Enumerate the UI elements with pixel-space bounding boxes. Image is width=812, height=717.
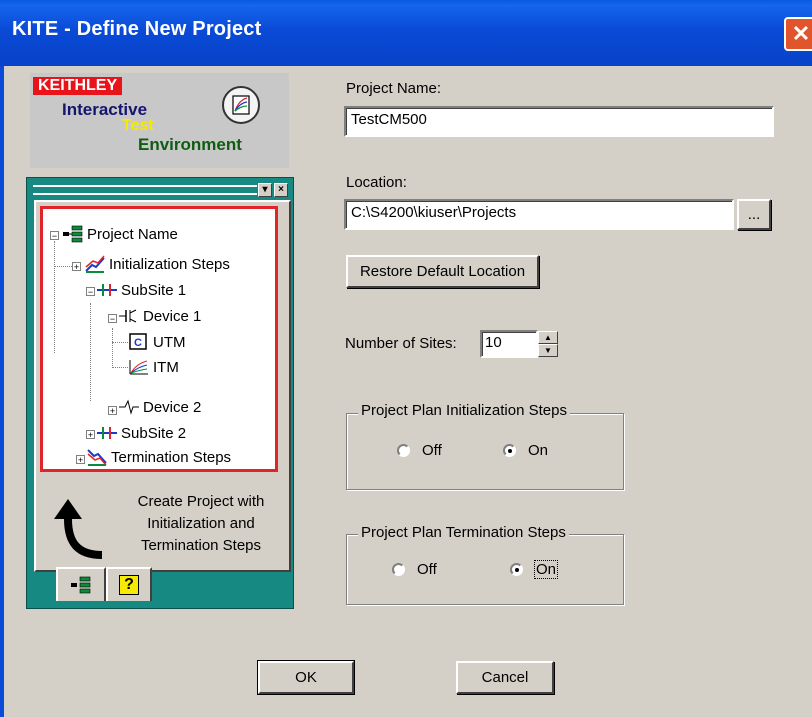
- title-bar[interactable]: KITE - Define New Project ✕: [0, 0, 812, 66]
- tree-line: [54, 241, 55, 353]
- browse-button[interactable]: ...: [737, 199, 771, 230]
- init-off-radio[interactable]: Off: [397, 442, 442, 459]
- init-steps-icon: [84, 255, 106, 273]
- location-label: Location:: [346, 174, 407, 191]
- project-name-label: Project Name:: [346, 80, 442, 97]
- tree-item-utm[interactable]: C UTM: [128, 331, 186, 353]
- expand-toggle[interactable]: +: [76, 455, 85, 465]
- location-input[interactable]: C:\S4200\kiuser\Projects: [344, 199, 734, 230]
- tree-line: [90, 303, 91, 401]
- collapse-toggle[interactable]: −: [50, 231, 59, 241]
- tree-item-label: Device 2: [143, 398, 202, 416]
- collapse-toggle[interactable]: −: [86, 287, 95, 297]
- expand-toggle[interactable]: +: [86, 430, 95, 440]
- device-icon: [118, 398, 140, 416]
- tree-item-termination-steps[interactable]: Termination Steps: [86, 446, 231, 468]
- tree-line: [112, 342, 128, 343]
- tree-item-label: SubSite 2: [121, 424, 187, 442]
- svg-text:C: C: [134, 337, 142, 349]
- spin-down-button[interactable]: ▼: [538, 344, 558, 357]
- device-icon: [118, 307, 140, 325]
- tab-project-navigator[interactable]: [56, 567, 106, 601]
- init-on-radio[interactable]: On: [503, 442, 548, 459]
- chart-icon: [222, 86, 260, 124]
- tree-item-label: Project Name: [87, 225, 178, 243]
- number-of-sites-input[interactable]: 10: [480, 330, 538, 358]
- project-name-input[interactable]: TestCM500: [344, 106, 774, 137]
- radio-off-icon: [397, 444, 410, 457]
- radio-off-icon: [392, 563, 405, 576]
- tree-item-subsite-2[interactable]: SubSite 2: [96, 422, 186, 444]
- tree-item-device-1[interactable]: Device 1: [118, 305, 201, 327]
- expand-toggle[interactable]: +: [108, 406, 117, 416]
- tree-line: [112, 328, 113, 368]
- dock-close-button[interactable]: ×: [274, 183, 288, 197]
- term-on-radio[interactable]: On: [510, 560, 559, 579]
- tree-item-label: ITM: [153, 358, 179, 376]
- cancel-button[interactable]: Cancel: [456, 661, 554, 694]
- tree-item-subsite-1[interactable]: SubSite 1: [96, 279, 186, 301]
- radio-on-icon: [503, 444, 516, 457]
- curved-arrow-icon: [54, 499, 103, 559]
- init-steps-group: [346, 413, 624, 490]
- tree-item-initialization-steps[interactable]: Initialization Steps: [84, 253, 230, 275]
- collapse-toggle[interactable]: −: [108, 314, 117, 324]
- window-title: KITE - Define New Project: [12, 18, 262, 40]
- tree-item-label: Device 1: [143, 307, 202, 325]
- tree-item-label: UTM: [153, 333, 186, 351]
- term-steps-group: [346, 534, 624, 605]
- utm-icon: C: [128, 333, 150, 351]
- logo-line-test: Test: [122, 117, 154, 134]
- spin-up-button[interactable]: ▲: [538, 331, 558, 344]
- subsite-icon: [96, 424, 118, 442]
- term-steps-group-label: Project Plan Termination Steps: [358, 524, 569, 541]
- tree-item-label: Initialization Steps: [109, 255, 230, 273]
- close-button[interactable]: ✕: [784, 17, 812, 51]
- navigator-hint: Create Project with Initialization and T…: [137, 493, 265, 554]
- tree-item-label: Termination Steps: [111, 448, 232, 466]
- tab-help[interactable]: ?: [106, 567, 152, 601]
- project-icon: [62, 225, 84, 243]
- dock-grip[interactable]: [33, 185, 257, 195]
- tree-item-project-name[interactable]: Project Name: [62, 223, 178, 245]
- subsite-icon: [96, 281, 118, 299]
- tree-item-label: SubSite 1: [121, 281, 187, 299]
- itm-icon: [128, 358, 150, 376]
- number-of-sites-label: Number of Sites:: [345, 335, 457, 352]
- ok-button[interactable]: OK: [258, 661, 354, 694]
- tree-line: [112, 367, 128, 368]
- restore-default-location-button[interactable]: Restore Default Location: [346, 255, 539, 288]
- dock-minimize-button[interactable]: ▾: [258, 183, 272, 197]
- termination-steps-icon: [86, 448, 108, 466]
- init-steps-group-label: Project Plan Initialization Steps: [358, 402, 570, 419]
- logo-line-environment: Environment: [138, 135, 242, 154]
- radio-on-icon: [510, 563, 523, 576]
- project-icon: [71, 576, 91, 594]
- logo-brand: KEITHLEY: [33, 77, 123, 95]
- tree-item-device-2[interactable]: Device 2: [118, 396, 201, 418]
- expand-toggle[interactable]: +: [72, 262, 81, 272]
- close-icon: ✕: [791, 21, 811, 46]
- help-icon: ?: [119, 575, 139, 595]
- term-off-radio[interactable]: Off: [392, 561, 437, 578]
- tree-item-itm[interactable]: ITM: [128, 356, 179, 378]
